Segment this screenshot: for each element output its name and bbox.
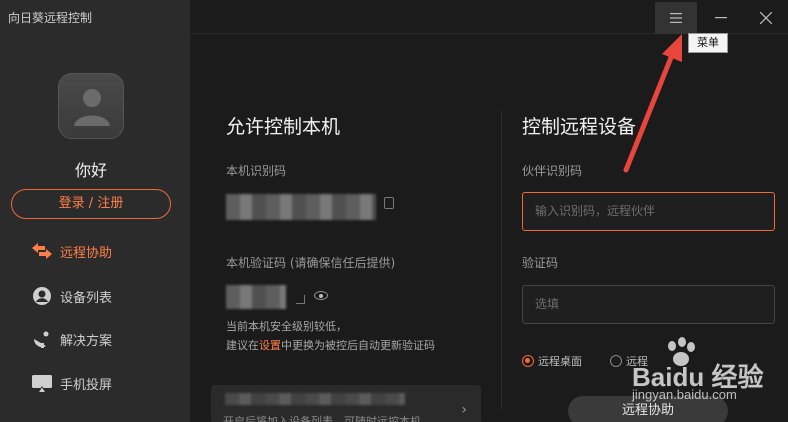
solution-icon (30, 327, 54, 351)
verify-code-input[interactable]: 选填 (522, 285, 775, 324)
radio-dot (522, 355, 534, 367)
sidebar-item-label: 手机投屏 (60, 377, 113, 393)
annotation-arrow (623, 34, 682, 173)
sidebar-item-solution[interactable]: 解决方案 (30, 326, 112, 352)
allow-control-title: 允许控制本机 (226, 116, 341, 138)
sidebar-item-label: 解决方案 (60, 333, 113, 349)
user-silhouette-icon (74, 89, 110, 126)
local-id-label: 本机识别码 (226, 164, 287, 178)
minimize-icon (715, 17, 727, 19)
close-button[interactable] (745, 2, 787, 34)
screen-cast-icon (30, 371, 54, 395)
card-title-redacted (225, 393, 405, 405)
avatar[interactable] (58, 73, 124, 139)
chevron-right-icon: › (461, 402, 467, 418)
device-list-icon (30, 284, 54, 308)
security-note-line1: 当前本机安全级别较低， (226, 320, 347, 333)
local-code-value-redacted (226, 285, 286, 309)
app-title: 向日葵远程控制 (8, 11, 93, 25)
radio-label: 远程桌面 (538, 355, 582, 368)
remote-assist-icon (30, 239, 54, 263)
security-note-line2: 建议在设置中更换为被控后自动更新验证码 (226, 337, 435, 353)
partner-id-input[interactable]: 输入识别码，远程伙伴 (522, 192, 775, 231)
login-register-button[interactable]: 登录 / 注册 (11, 189, 171, 219)
close-icon (760, 12, 772, 24)
greeting: 你好 (74, 161, 107, 180)
refresh-icon[interactable] (296, 295, 305, 304)
security-note-suffix: 中更换为被控后自动更新验证码 (281, 339, 435, 352)
sidebar-item-label: 远程协助 (60, 245, 113, 261)
watermark-url: jingyan.baidu.com (632, 387, 737, 402)
local-id-value-redacted (226, 194, 376, 220)
sidebar-item-label: 设备列表 (60, 290, 113, 306)
verify-code-label: 验证码 (522, 256, 559, 270)
sidebar-item-screen-cast[interactable]: 手机投屏 (30, 370, 112, 396)
copy-icon[interactable] (384, 197, 394, 209)
sidebar: 向日葵远程控制 你好 登录 / 注册 远程协助 设备列表 解决方案 手机投屏 (0, 0, 190, 422)
remote-desktop-radio[interactable]: 远程桌面 (522, 353, 582, 369)
minimize-button[interactable] (700, 2, 742, 34)
sidebar-item-remote-assist[interactable]: 远程协助 (30, 238, 112, 264)
hamburger-icon (670, 13, 682, 23)
settings-link[interactable]: 设置 (259, 339, 281, 352)
section-divider (501, 110, 502, 410)
card-description: 开启后将加入设备列表，可随时远控本机 (223, 415, 421, 422)
add-to-device-list-card[interactable]: › 开启后将加入设备列表，可随时远控本机 (211, 385, 481, 422)
sidebar-item-device-list[interactable]: 设备列表 (30, 283, 112, 309)
local-code-label: 本机验证码 (请确保信任后提供) (226, 256, 396, 270)
eye-icon[interactable] (314, 291, 328, 300)
security-note-prefix: 建议在 (226, 339, 259, 352)
radio-dot (610, 355, 622, 367)
menu-tooltip: 菜单 (688, 33, 728, 53)
partner-id-label: 伙伴识别码 (522, 164, 583, 178)
